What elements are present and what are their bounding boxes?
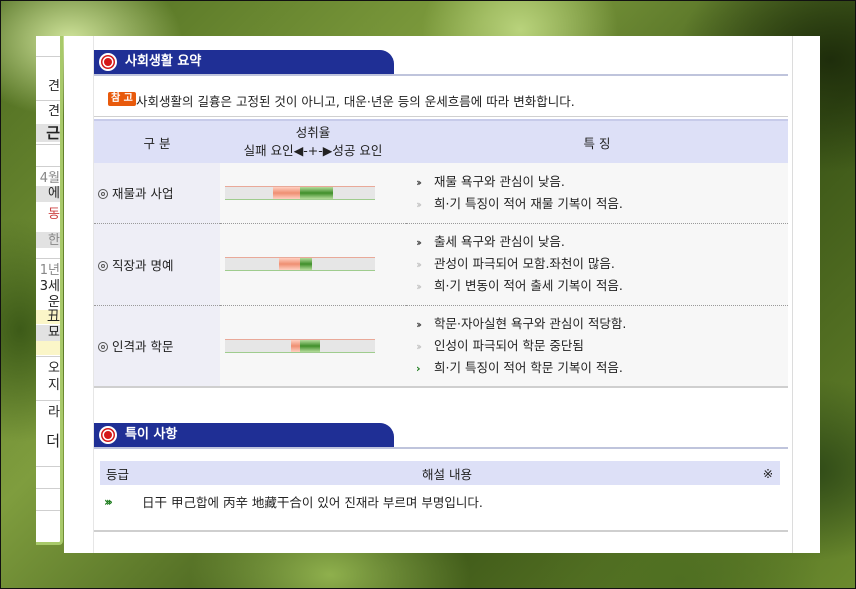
row-features-cell: ›› 학문·자아실현 욕구와 관심이 적당함. ›› 인성이 파극되어 학문 중단됨… [406, 305, 788, 388]
failure-bar-segment [273, 186, 300, 199]
summary-section-title: 사회생활 요약 [125, 54, 202, 69]
header-grade: 등급 [100, 461, 138, 485]
row-category-cell: 인격과 학문 [94, 305, 220, 388]
note-text: 사회생활의 길흉은 고정된 것이 아니고, 대운·년운 등의 운세흐름에 따라 … [136, 94, 575, 109]
left-panel-cell: 견 [48, 79, 60, 94]
table-row: ››› 日干 甲己합에 丙辛 地藏干合이 있어 진재라 부르며 부명입니다. [100, 485, 780, 517]
left-panel-cell: 근 [46, 124, 60, 142]
left-panel-cell: 묘 [48, 325, 60, 340]
feature-line: ›› 희·기 변동이 적어 출세 기복이 적음. [416, 275, 788, 297]
left-panel-cell: 견 [48, 104, 60, 119]
circle-bullet-icon [98, 260, 108, 271]
circle-bullet-icon [98, 342, 108, 353]
feature-text: 희·기 특징이 적어 재물 기복이 적음. [434, 195, 623, 211]
feature-line: ›› 재물 욕구와 관심이 낮음. [416, 171, 788, 193]
double-chevron-icon: ›› [416, 197, 422, 211]
row-category: 인격과 학문 [112, 339, 174, 355]
double-chevron-icon: ›› [416, 258, 422, 271]
left-panel-cell: 오 [48, 361, 60, 376]
row-grade-cell: ››› [100, 485, 138, 517]
special-table: 등급 해설 내용 ※ ››› 日干 甲己합에 丙辛 地藏干合이 있어 진재라 부… [100, 461, 780, 517]
achievement-bar [225, 257, 375, 271]
table-row: 직장과 명예 ›› 출세 욕구와 관심이 낮음. ›› 관성이 파극되어 모함.좌천… [94, 223, 788, 306]
header-content: 해설 내용 [138, 461, 756, 485]
chevron-right-icon: › [416, 361, 421, 375]
summary-table: 구 분 성취율 실패 요인◀-+-▶성공 요인 특 징 재물과 사업 ›› 재물… [94, 119, 788, 388]
header-category: 구 분 [94, 119, 220, 163]
success-bar-segment [300, 186, 333, 199]
feature-text: 출세 욕구와 관심이 낮음. [434, 234, 565, 249]
feature-text: 학문·자아실현 욕구와 관심이 적당함. [434, 315, 627, 331]
row-category-cell: 재물과 사업 [94, 163, 220, 224]
header-features: 특 징 [406, 119, 788, 163]
summary-section-tab: 사회생활 요약 [94, 50, 394, 74]
row-score-cell [220, 223, 406, 306]
header-score-scale: 실패 요인◀-+-▶성공 요인 [243, 143, 383, 158]
main-content: 사회생활 요약 참 고 사회생활의 길흉은 고정된 것이 아니고, 대운·년운 … [64, 36, 820, 553]
row-features-cell: ›› 재물 욕구와 관심이 낮음. ›› 희·기 특징이 적어 재물 기복이 적음. [406, 163, 788, 224]
circle-bullet-icon [98, 189, 108, 200]
left-panel-cell: 더 [46, 432, 60, 450]
table-row: 인격과 학문 ›› 학문·자아실현 욕구와 관심이 적당함. ›› 인성이 파극되어… [94, 305, 788, 388]
feature-text: 관성이 파극되어 모함.좌천이 많음. [434, 256, 615, 271]
achievement-bar [225, 185, 375, 200]
feature-text: 인성이 파극되어 학문 중단됨 [434, 337, 584, 353]
table-row: 재물과 사업 ›› 재물 욕구와 관심이 낮음. ›› 희·기 특징이 적어 재물 … [94, 163, 788, 224]
row-content-cell: 日干 甲己합에 丙辛 地藏干合이 있어 진재라 부르며 부명입니다. [138, 485, 780, 517]
special-section-title: 특이 사항 [125, 427, 178, 442]
achievement-bar [225, 338, 375, 353]
double-chevron-icon: ›› [416, 175, 422, 189]
double-chevron-icon: ›› [416, 236, 422, 249]
feature-text: 재물 욕구와 관심이 낮음. [434, 173, 565, 189]
left-panel-cell: 지 [48, 378, 60, 393]
note-row: 참 고 사회생활의 길흉은 고정된 것이 아니고, 대운·년운 등의 운세흐름에… [94, 82, 788, 117]
target-icon [99, 426, 117, 444]
row-features-cell: ›› 출세 욕구와 관심이 낮음. ›› 관성이 파극되어 모함.좌천이 많음. ›… [406, 223, 788, 306]
failure-bar-segment [279, 258, 300, 270]
header-mark: ※ [756, 461, 780, 485]
double-chevron-icon: ›› [416, 339, 422, 353]
row-score-cell [220, 305, 406, 388]
feature-line: ›› 관성이 파극되어 모함.좌천이 많음. [416, 253, 788, 275]
special-section-header: 특이 사항 [94, 423, 788, 449]
double-chevron-icon: ›› [416, 280, 422, 293]
double-chevron-icon: ›› [416, 317, 422, 331]
success-bar-segment [300, 339, 320, 352]
left-panel-cell: 에 [48, 186, 60, 201]
summary-section-header: 사회생활 요약 [94, 50, 788, 76]
header-score-title: 성취율 [295, 125, 331, 140]
row-category-cell: 직장과 명예 [94, 223, 220, 306]
row-score-cell [220, 163, 406, 224]
feature-line: › 희·기 특징이 적어 학문 기복이 적음. [416, 357, 788, 379]
triple-chevron-icon: ››› [104, 494, 113, 509]
special-text: 日干 甲己합에 丙辛 地藏干合이 있어 진재라 부르며 부명입니다. [142, 494, 483, 510]
row-category: 재물과 사업 [112, 186, 174, 202]
left-panel-cell: 라 [48, 405, 60, 420]
special-section-tab: 특이 사항 [94, 423, 394, 447]
feature-line: ›› 학문·자아실현 욕구와 관심이 적당함. [416, 313, 788, 335]
note-badge: 참 고 [108, 92, 136, 106]
left-side-panel: 견 견 근 4월 에 동 한 1년 3세 운 丑 묘 오 지 라 더 [36, 36, 63, 545]
feature-line: ›› 출세 욕구와 관심이 낮음. [416, 231, 788, 253]
feature-line: ›› 인성이 파극되어 학문 중단됨 [416, 335, 788, 357]
failure-bar-segment [291, 339, 300, 352]
left-panel-cell: 한 [48, 233, 60, 248]
left-panel-cell: 동 [48, 207, 60, 222]
feature-text: 희·기 특징이 적어 학문 기복이 적음. [434, 359, 623, 375]
feature-text: 희·기 변동이 적어 출세 기복이 적음. [434, 278, 623, 293]
target-icon [99, 53, 117, 71]
feature-line: ›› 희·기 특징이 적어 재물 기복이 적음. [416, 193, 788, 215]
success-bar-segment [300, 258, 312, 270]
row-category: 직장과 명예 [112, 257, 174, 273]
header-score: 성취율 실패 요인◀-+-▶성공 요인 [220, 119, 406, 163]
